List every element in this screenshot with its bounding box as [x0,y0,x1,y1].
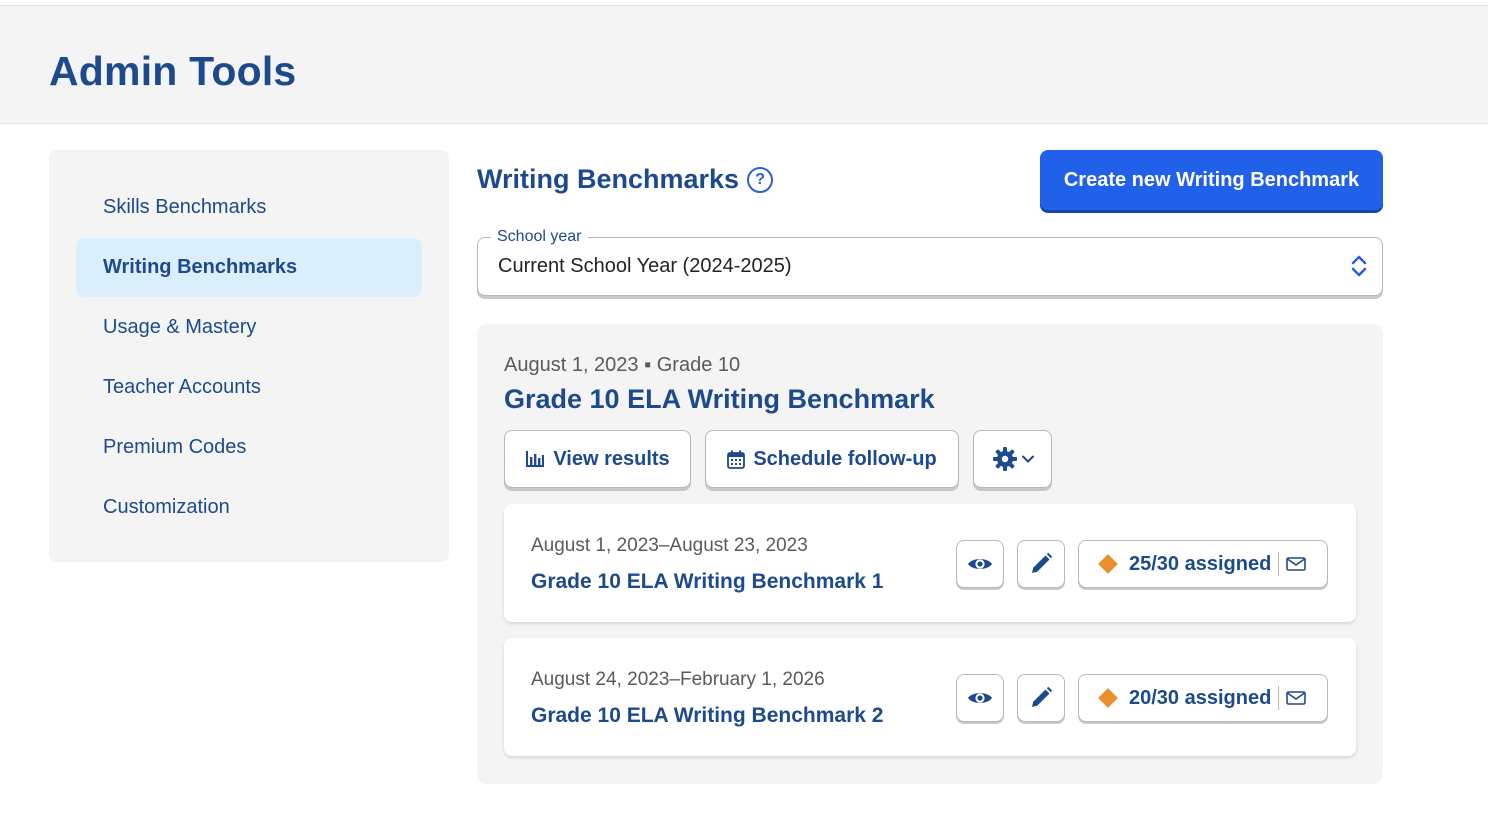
diamond-icon [1098,688,1118,708]
view-results-label: View results [553,447,670,470]
diamond-icon [1098,554,1118,574]
chevron-down-icon [1021,455,1034,463]
sidebar-item-skills-benchmarks[interactable]: Skills Benchmarks [76,178,422,237]
view-results-button[interactable]: View results [504,430,691,488]
bar-chart-icon [526,451,545,467]
divider [1278,686,1280,710]
sidebar-item-label: Customization [103,496,230,518]
sidebar-item-teacher-accounts[interactable]: Teacher Accounts [76,358,422,417]
assigned-count: 20/30 assigned [1129,686,1272,709]
sidebar-item-label: Teacher Accounts [103,376,261,398]
question-circle-icon[interactable]: ? [747,166,774,193]
pencil-icon [1032,552,1053,573]
sidebar-item-label: Writing Benchmarks [103,256,298,278]
section-title: Writing Benchmarks [477,164,740,194]
pencil-icon [1032,686,1053,707]
envelope-icon [1286,557,1307,571]
item-title[interactable]: Grade 10 ELA Writing Benchmark 1 [531,570,883,594]
sidebar-item-label: Usage & Mastery [103,316,257,338]
assignment-status-button[interactable]: 25/30 assigned [1078,540,1328,588]
school-year-select[interactable]: School year Current School Year (2024-20… [477,228,1383,296]
sidebar-item-writing-benchmarks[interactable]: Writing Benchmarks [76,238,422,297]
calendar-icon [727,450,746,469]
sidebar: Skills Benchmarks Writing Benchmarks Usa… [49,150,449,562]
item-dates: August 24, 2023–February 1, 2026 [531,669,825,690]
benchmark-card: August 1, 2023 ▪ Grade 10 Grade 10 ELA W… [477,324,1383,784]
school-year-label: School year [491,228,588,246]
edit-button[interactable] [1017,540,1065,588]
sidebar-item-label: Skills Benchmarks [103,196,267,218]
section-header: Writing Benchmarks ? [477,164,774,195]
benchmark-meta: August 1, 2023 ▪ Grade 10 [504,354,741,376]
assignment-status-button[interactable]: 20/30 assigned [1078,674,1328,722]
assigned-count: 25/30 assigned [1129,552,1272,575]
benchmark-title: Grade 10 ELA Writing Benchmark [504,384,935,414]
school-year-value: Current School Year (2024-2025) [498,255,792,277]
sidebar-item-usage-mastery[interactable]: Usage & Mastery [76,298,422,357]
preview-button[interactable] [956,674,1004,722]
eye-icon [968,559,992,569]
page-header: Admin Tools [0,6,1488,124]
item-title[interactable]: Grade 10 ELA Writing Benchmark 2 [531,704,883,728]
preview-button[interactable] [956,540,1004,588]
envelope-icon [1286,691,1307,705]
divider [1278,552,1280,576]
schedule-follow-up-button[interactable]: Schedule follow-up [705,430,959,488]
list-item: August 24, 2023–February 1, 2026 Grade 1… [504,638,1356,756]
page-title: Admin Tools [49,48,297,94]
sidebar-item-premium-codes[interactable]: Premium Codes [76,418,422,477]
settings-dropdown-button[interactable] [973,430,1052,488]
gear-icon [992,447,1017,471]
eye-icon [968,693,992,703]
chevron-up-down-icon [1351,255,1367,277]
sidebar-item-customization[interactable]: Customization [76,478,422,537]
item-dates: August 1, 2023–August 23, 2023 [531,535,808,556]
edit-button[interactable] [1017,674,1065,722]
create-writing-benchmark-button[interactable]: Create new Writing Benchmark [1040,150,1383,210]
list-item: August 1, 2023–August 23, 2023 Grade 10 … [504,504,1356,622]
schedule-follow-up-label: Schedule follow-up [753,447,937,470]
sidebar-item-label: Premium Codes [103,436,247,458]
